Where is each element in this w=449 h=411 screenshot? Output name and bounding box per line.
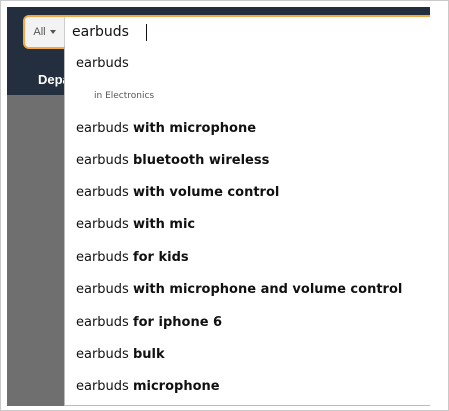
suggestion-item[interactable]: earbuds bluetooth wireless	[65, 153, 430, 168]
search-category-label: All	[33, 26, 46, 38]
search-bar: All	[25, 17, 430, 47]
suggestion-department-scope[interactable]: in Electronics	[65, 91, 430, 101]
suggestion-item[interactable]: earbuds with microphone and volume contr…	[65, 282, 430, 297]
suggestion-item[interactable]: earbuds with volume control	[65, 185, 430, 200]
search-input[interactable]	[65, 17, 430, 47]
suggestion-item[interactable]: earbuds with microphone	[65, 121, 430, 136]
suggestion-item[interactable]: earbuds bulk	[65, 347, 430, 362]
suggestion-item[interactable]: earbuds for iphone 6	[65, 315, 430, 330]
suggestion-item[interactable]: earbuds with mic	[65, 217, 430, 232]
suggestion-item[interactable]: earbuds	[65, 56, 430, 71]
suggestion-item[interactable]: earbuds for kids	[65, 250, 430, 265]
search-category-dropdown[interactable]: All	[25, 17, 65, 47]
caret-down-icon	[49, 30, 56, 34]
search-suggestions-dropdown: earbuds in Electronics earbuds with micr…	[64, 46, 430, 406]
text-cursor	[146, 24, 147, 41]
suggestion-item[interactable]: earbuds microphone	[65, 379, 430, 394]
